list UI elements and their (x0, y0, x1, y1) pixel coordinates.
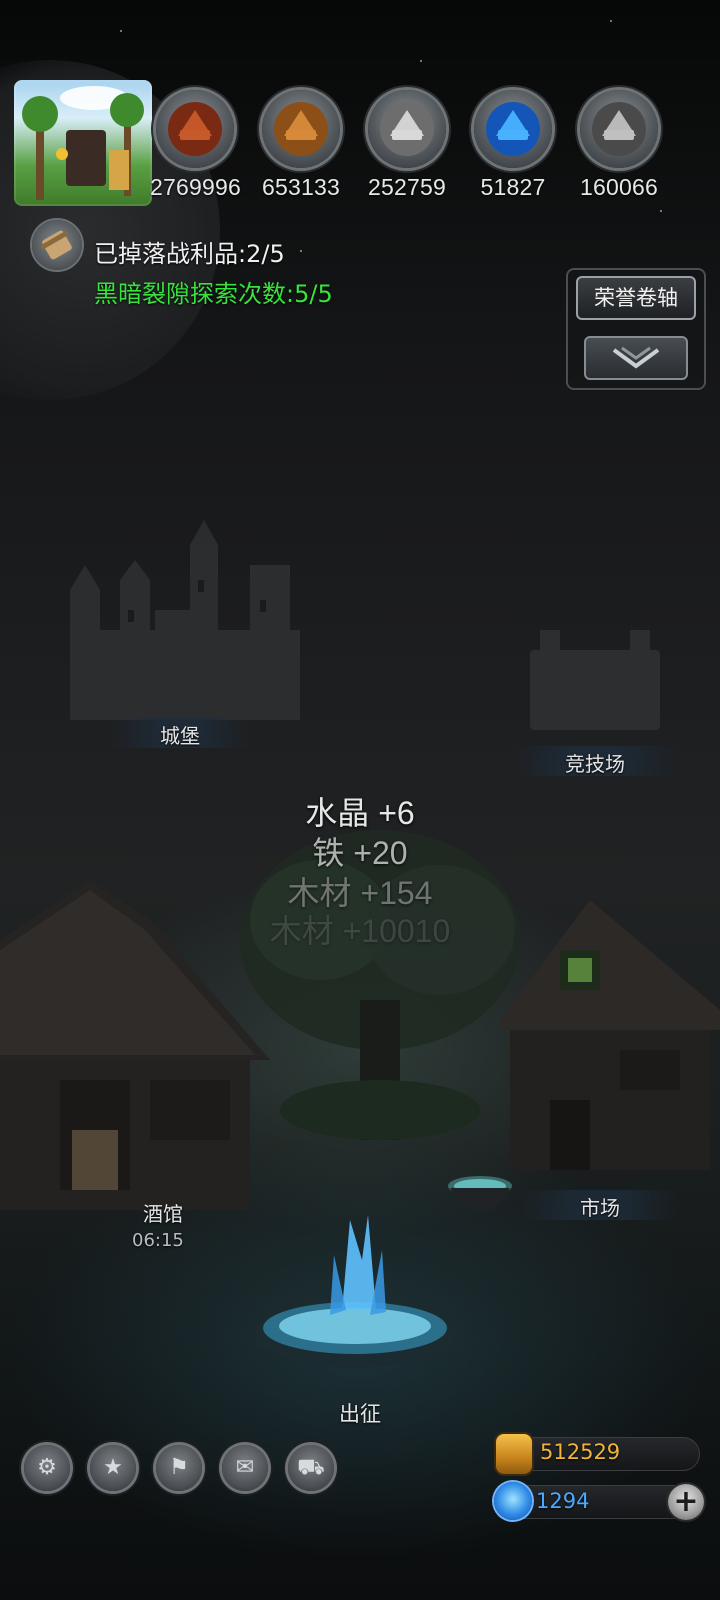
cart-icon: ⛟ (297, 1455, 325, 1480)
resource-value: 2769996 (150, 174, 241, 200)
star (120, 30, 122, 32)
resource-item[interactable]: 2769996 (150, 90, 241, 201)
mail-button[interactable]: ✉ (222, 1445, 268, 1491)
reward-popup: 木材 +10010 (269, 913, 451, 949)
expand-button[interactable] (584, 336, 688, 380)
honor-scroll-panel: 荣誉卷轴 (566, 268, 706, 390)
game-scene: 2769996 653133 252759 51827 160066 已掉落战利品:2/… (0, 0, 720, 1600)
banner-icon: ⚑ (169, 1455, 189, 1480)
resource-item[interactable]: 51827 (468, 90, 558, 201)
resource-value: 51827 (480, 174, 546, 200)
resource-value: 160066 (580, 174, 658, 200)
star (300, 250, 302, 252)
expedition-label[interactable]: 出征 (310, 1398, 410, 1428)
iron-ingots-icon (580, 90, 658, 168)
gold-amount: 512529 (540, 1440, 621, 1464)
add-gems-button[interactable]: + (668, 1484, 704, 1520)
resource-value: 252759 (368, 174, 446, 200)
castle-label[interactable]: 城堡 (130, 720, 230, 749)
wood-planks-icon (262, 90, 340, 168)
banner-button[interactable]: ⚑ (156, 1445, 202, 1491)
loot-counter: 已掉落战利品:2/5 (94, 240, 285, 268)
resource-item[interactable]: 252759 (362, 90, 452, 201)
star (660, 210, 662, 212)
arena-building[interactable] (520, 630, 670, 730)
gold-coins-icon (496, 1434, 532, 1474)
achievement-star-icon: ★ (103, 1455, 123, 1480)
tavern-timer: 06:15 (132, 1230, 184, 1251)
chevron-down-icon (612, 346, 660, 369)
market-label[interactable]: 市场 (555, 1192, 645, 1221)
crystal-icon (474, 90, 552, 168)
gem-icon (494, 1482, 532, 1520)
resource-item[interactable]: 653133 (256, 90, 346, 201)
star (420, 60, 422, 62)
castle-building[interactable] (60, 520, 310, 720)
dark-rift-counter: 黑暗裂隙探索次数:5/5 (94, 280, 333, 308)
scroll-icon (32, 220, 82, 270)
achievement-star-button[interactable]: ★ (90, 1445, 136, 1491)
island-avatar-icon (22, 86, 144, 200)
tavern-label[interactable]: 酒馆 (118, 1198, 208, 1227)
honor-scroll-button[interactable]: 荣誉卷轴 (576, 276, 696, 320)
meat-icon (156, 90, 234, 168)
player-avatar[interactable] (14, 80, 152, 206)
star (610, 20, 612, 22)
arena-label[interactable]: 竞技场 (535, 748, 655, 777)
mail-icon: ✉ (235, 1455, 255, 1480)
expedition-portal[interactable] (250, 1200, 460, 1375)
resource-value: 653133 (262, 174, 340, 200)
gem-amount: 1294 (536, 1489, 590, 1513)
stone-blocks-icon (368, 90, 446, 168)
settings-gear-button[interactable]: ⚙ (24, 1445, 70, 1491)
cart-button[interactable]: ⛟ (288, 1445, 334, 1491)
settings-gear-icon: ⚙ (37, 1455, 57, 1480)
resource-item[interactable]: 160066 (574, 90, 664, 201)
